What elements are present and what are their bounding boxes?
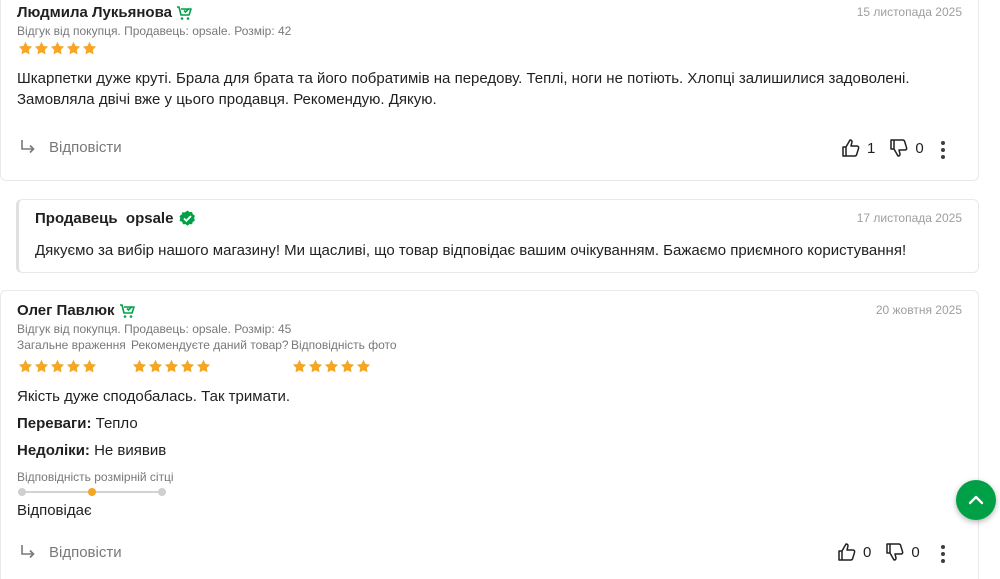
star-icon bbox=[148, 359, 163, 373]
seller-label: Продавець opsale bbox=[35, 210, 196, 227]
more-options-kebab-icon[interactable] bbox=[940, 141, 946, 159]
like-button[interactable]: 0 bbox=[837, 542, 871, 562]
star-icon bbox=[18, 359, 33, 373]
star-icon bbox=[66, 41, 81, 55]
review-meta: Відгук від покупця. Продавець: opsale. Р… bbox=[17, 322, 292, 336]
star-icon bbox=[34, 41, 49, 55]
dislike-button[interactable]: 0 bbox=[889, 138, 924, 158]
star-icon bbox=[132, 359, 147, 373]
star-icon bbox=[82, 359, 97, 373]
review-cons: Недоліки: Не виявив bbox=[17, 440, 957, 461]
star-icon bbox=[180, 359, 195, 373]
size-fit-scale bbox=[18, 487, 166, 497]
pros-label: Переваги: bbox=[17, 415, 92, 432]
star-icon bbox=[292, 359, 307, 373]
cart-check-icon bbox=[176, 5, 192, 20]
star-icon bbox=[66, 359, 81, 373]
reply-text: Дякуємо за вибір нашого магазину! Ми щас… bbox=[35, 242, 907, 259]
chevron-up-icon bbox=[968, 495, 984, 505]
dislike-button[interactable]: 0 bbox=[885, 542, 920, 562]
like-count: 0 bbox=[863, 543, 872, 561]
like-button[interactable]: 1 bbox=[841, 138, 875, 158]
author-name: Людмила Лукьянова bbox=[17, 4, 172, 21]
star-icon bbox=[340, 359, 355, 373]
size-fit-label: Відповідність розмірній сітці bbox=[17, 470, 174, 484]
rating-stars bbox=[18, 359, 97, 374]
pros-value: Тепло bbox=[95, 415, 138, 432]
criterion-label: Загальне враження bbox=[17, 338, 126, 352]
reply-arrow-icon bbox=[21, 545, 35, 559]
review-pros: Переваги: Тепло bbox=[17, 413, 957, 434]
review-text: Шкарпетки дуже круті. Брала для брата та… bbox=[17, 70, 910, 108]
star-icon bbox=[50, 41, 65, 55]
seller-name: Продавець opsale bbox=[35, 210, 174, 227]
thumb-down-icon bbox=[890, 139, 908, 157]
size-fit-value: Відповідає bbox=[17, 502, 92, 519]
review-author: Олег Павлюк bbox=[17, 302, 135, 319]
review-date: 20 жовтня 2025 bbox=[875, 303, 962, 317]
reply-button[interactable]: Відповісти bbox=[19, 543, 122, 561]
criterion-label: Відповідність фото bbox=[291, 338, 397, 352]
star-icon bbox=[196, 359, 211, 373]
reply-button[interactable]: Відповісти bbox=[19, 138, 122, 156]
reply-label: Відповісти bbox=[49, 543, 122, 561]
rating-stars bbox=[18, 41, 97, 56]
star-icon bbox=[164, 359, 179, 373]
thumb-up-icon bbox=[838, 543, 856, 561]
cons-label: Недоліки: bbox=[17, 442, 90, 459]
star-icon bbox=[34, 359, 49, 373]
rating-stars bbox=[132, 359, 211, 374]
review-card: Людмила Лукьянова 15 листопада 2025 Відг… bbox=[0, 0, 979, 181]
votes: 1 0 bbox=[841, 138, 924, 158]
reply-date: 17 листопада 2025 bbox=[856, 211, 962, 225]
size-fit-dot bbox=[88, 488, 96, 496]
like-count: 1 bbox=[867, 139, 876, 157]
star-icon bbox=[308, 359, 323, 373]
size-fit-dot bbox=[158, 488, 166, 496]
star-icon bbox=[82, 41, 97, 55]
reply-arrow-icon bbox=[21, 140, 35, 154]
review-text: Якість дуже сподобалась. Так тримати. bbox=[17, 388, 291, 405]
check-badge-icon bbox=[179, 210, 196, 226]
review-date: 15 листопада 2025 bbox=[856, 5, 962, 19]
size-fit-dot bbox=[18, 488, 26, 496]
votes: 0 0 bbox=[837, 542, 920, 562]
cart-check-icon bbox=[119, 303, 135, 318]
scroll-top-button[interactable] bbox=[956, 480, 996, 520]
dislike-count: 0 bbox=[915, 139, 924, 157]
review-card: Олег Павлюк 20 жовтня 2025 Відгук від по… bbox=[0, 290, 979, 579]
star-icon bbox=[356, 359, 371, 373]
star-icon bbox=[18, 41, 33, 55]
rating-stars bbox=[292, 359, 371, 374]
more-options-kebab-icon[interactable] bbox=[940, 545, 946, 563]
star-icon bbox=[324, 359, 339, 373]
reply-label: Відповісти bbox=[49, 138, 122, 156]
thumb-up-icon bbox=[842, 139, 860, 157]
star-icon bbox=[50, 359, 65, 373]
cons-value: Не виявив bbox=[94, 442, 167, 459]
thumb-down-icon bbox=[886, 543, 904, 561]
seller-reply-card: Продавець opsale 17 листопада 2025 Дякує… bbox=[16, 199, 979, 273]
review-author: Людмила Лукьянова bbox=[17, 4, 192, 21]
review-meta: Відгук від покупця. Продавець: opsale. Р… bbox=[17, 24, 292, 38]
criterion-label: Рекомендуєте даний товар? bbox=[131, 338, 289, 352]
author-name: Олег Павлюк bbox=[17, 302, 115, 319]
dislike-count: 0 bbox=[911, 543, 920, 561]
